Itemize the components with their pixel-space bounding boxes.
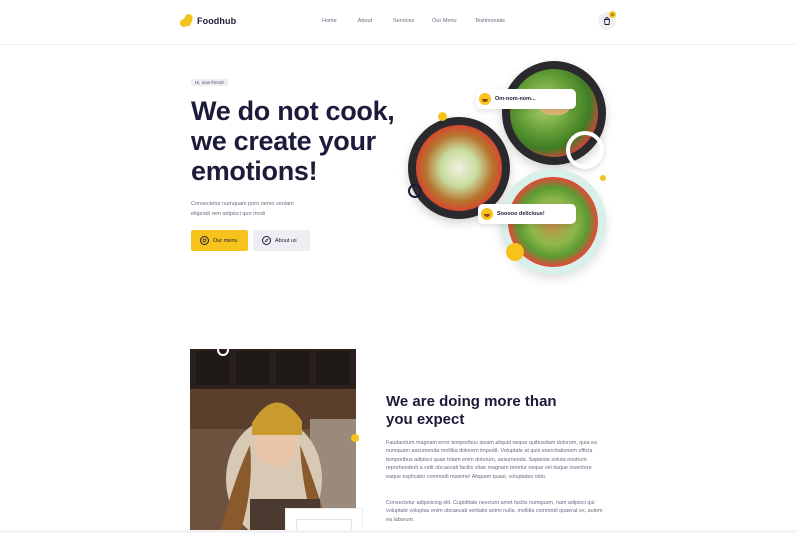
our-menu-button[interactable]: Our menu — [191, 230, 248, 251]
salad-food-left — [416, 125, 502, 211]
nav-link-testimonials[interactable]: Testimonials — [475, 18, 505, 24]
top-navbar: Foodhub Home About Services Our Menu Tes… — [0, 0, 797, 45]
reaction-bubble-bottom-text: Sooooo delicious! — [497, 211, 545, 217]
decorative-ring-white — [566, 131, 604, 169]
decorative-ring-dark — [408, 184, 422, 198]
menu-plate-icon — [200, 236, 209, 245]
compass-icon — [262, 236, 271, 245]
decorative-ring-photo — [217, 344, 229, 356]
cafe-photo — [190, 349, 356, 533]
reaction-bubble-top-text: Om-nom-nom... — [495, 96, 536, 102]
cart-count-badge: 0 — [609, 11, 616, 18]
about-paragraph-1: Faudantium magnam error temporibus ipsam… — [386, 440, 597, 480]
brand-name: Foodhub — [197, 15, 237, 26]
nav-link-about[interactable]: About — [358, 18, 372, 24]
about-us-button[interactable]: About us — [253, 230, 310, 251]
hero-title: We do not cook, we create your emotions! — [191, 96, 395, 186]
nav-link-services[interactable]: Services — [393, 18, 414, 24]
nav-link-our-menu[interactable]: Our Menu — [432, 18, 456, 24]
our-menu-label: Our menu — [213, 237, 238, 244]
logo[interactable]: Foodhub — [180, 12, 237, 28]
about-us-label: About us — [275, 237, 297, 244]
hero-food-illustration: Om-nom-nom... Sooooo delicious! — [400, 55, 620, 285]
cart-button[interactable]: 0 — [598, 11, 616, 30]
decorative-dot-yellow-tiny — [600, 175, 606, 181]
about-paragraph-2: Consectetur adipisicing elit. Cupiditate… — [386, 500, 603, 523]
decorative-dot-yellow-small — [438, 112, 447, 121]
main-menu: Home About Services Our Menu Testimonial… — [322, 18, 505, 24]
greeting-badge: Hi, new friend! — [191, 79, 228, 86]
shopping-bag-icon — [604, 17, 610, 25]
hero-subtitle: Consectetur numquam poro nemo veniam eli… — [191, 201, 294, 217]
about-section-title: We are doing more than you expect — [386, 393, 557, 428]
yum-emoji-icon — [479, 93, 491, 105]
decorative-dot-yellow-large — [506, 243, 524, 261]
decorative-dot-photo — [351, 434, 359, 442]
nav-link-home[interactable]: Home — [322, 18, 337, 24]
heart-eyes-emoji-icon — [481, 208, 493, 220]
logo-icon — [180, 12, 194, 28]
reaction-bubble-top: Om-nom-nom... — [476, 89, 576, 109]
cafe-photo-image — [190, 349, 356, 533]
reaction-bubble-bottom: Sooooo delicious! — [478, 204, 576, 224]
